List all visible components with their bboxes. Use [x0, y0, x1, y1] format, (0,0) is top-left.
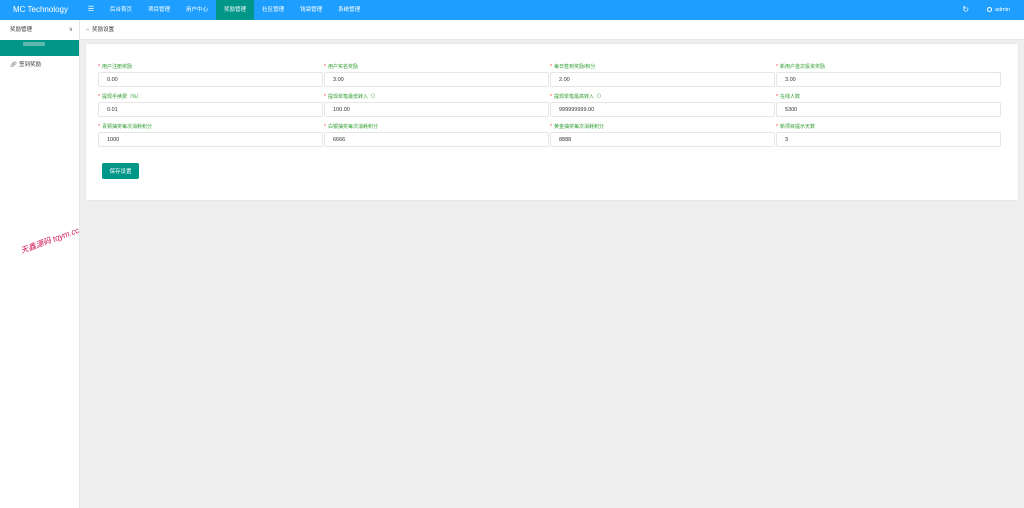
field-label: * 新项目提示天数: [776, 123, 1001, 132]
field-label: * 提现单笔最高转入（）: [550, 93, 775, 102]
field-label: * 每日签到奖励/积分: [550, 63, 775, 72]
username: admin: [995, 7, 1010, 13]
user-icon: [987, 7, 993, 12]
field-label: * 在线人数: [776, 93, 1001, 102]
menu-toggle-icon[interactable]: ☰: [80, 0, 102, 20]
breadcrumb: » 奖励设置: [80, 20, 1024, 40]
field-withdraw-min: * 提现单笔最低转入（）: [324, 93, 549, 117]
nav-item-users[interactable]: 用户中心: [178, 0, 216, 20]
required-mark: *: [98, 94, 100, 100]
link-icon: 🔗︎: [10, 62, 17, 68]
nav-item-rewards[interactable]: 奖励管理: [216, 0, 255, 20]
sidebar-item-checkin-reward[interactable]: 🔗︎ 签到奖励: [0, 57, 79, 73]
watermark-text: 天鑫源码 tqym.cc: [19, 225, 81, 256]
gold-lottery-input[interactable]: [550, 132, 775, 147]
field-label-text: 青铜抽奖每次消耗积分: [101, 124, 152, 130]
bronze-lottery-input[interactable]: [98, 132, 323, 147]
withdraw-max-input[interactable]: [550, 102, 775, 117]
field-label-text: 新项目提示天数: [779, 124, 815, 130]
field-label: * 青铜抽奖每次消耗积分: [98, 123, 323, 132]
sidebar: 奖励管理 ∨ 🔗︎ 签到奖励 天鑫源码 tqym.cc: [0, 20, 80, 508]
nav-item-system[interactable]: 系统管理: [330, 0, 368, 20]
nav-item-projects[interactable]: 项目管理: [140, 0, 178, 20]
field-first-invest-reward: * 新用户首次投资奖励: [776, 63, 1001, 87]
field-gold-lottery: * 黄金抽奖每次消耗积分: [550, 123, 775, 147]
field-new-project-days: * 新项目提示天数: [776, 123, 1001, 147]
required-mark: *: [324, 94, 326, 100]
field-label: * 黄金抽奖每次消耗积分: [550, 123, 775, 132]
withdraw-min-input[interactable]: [324, 102, 549, 117]
silver-lottery-input[interactable]: [324, 132, 549, 147]
field-label-text: 提现手续费（%）: [101, 94, 142, 100]
nav-item-wallet[interactable]: 钱袋管理: [292, 0, 330, 20]
online-users-input[interactable]: [776, 102, 1001, 117]
required-mark: *: [98, 64, 100, 70]
user-menu[interactable]: admin: [979, 0, 1024, 20]
daily-checkin-input[interactable]: [550, 72, 775, 87]
settings-form: *用户注册奖励 *用户实名奖励 *每日签到奖励/积分 *新用户首次投资奖励 *提…: [98, 63, 1001, 147]
register-reward-input[interactable]: [98, 72, 323, 87]
field-label: * 白银抽奖每次消耗积分: [324, 123, 549, 132]
settings-card: *用户注册奖励 *用户实名奖励 *每日签到奖励/积分 *新用户首次投资奖励 *提…: [86, 44, 1018, 200]
field-label-text: 用户实名奖励: [327, 64, 358, 70]
withdraw-fee-input[interactable]: [98, 102, 323, 117]
nav-item-dashboard[interactable]: 后台首页: [102, 0, 140, 20]
required-mark: *: [776, 94, 778, 100]
field-withdraw-fee: * 提现手续费（%）: [98, 93, 323, 117]
field-label-text: 提现单笔最低转入（）: [327, 94, 378, 100]
field-label-text: 黄金抽奖每次消耗积分: [553, 124, 604, 130]
first-invest-reward-input[interactable]: [776, 72, 1001, 87]
field-withdraw-max: * 提现单笔最高转入（）: [550, 93, 775, 117]
nav-item-community[interactable]: 社区管理: [254, 0, 292, 20]
sidebar-active-highlight: [23, 42, 45, 46]
top-nav: 后台首页 项目管理 用户中心 奖励管理 社区管理 钱袋管理 系统管理: [102, 0, 368, 20]
field-online-users: * 在线人数: [776, 93, 1001, 117]
brand-logo: MC Technology: [13, 5, 68, 14]
field-realname-reward: * 用户实名奖励: [324, 63, 549, 87]
required-mark: *: [324, 124, 326, 130]
sidebar-group-rewards[interactable]: 奖励管理 ∨: [0, 20, 79, 40]
required-mark: *: [324, 64, 326, 70]
field-label: * 提现单笔最低转入（）: [324, 93, 549, 102]
breadcrumb-separator: »: [86, 27, 90, 33]
required-mark: *: [98, 124, 100, 130]
field-label-text: 每日签到奖励/积分: [553, 64, 596, 70]
required-mark: *: [550, 64, 552, 70]
field-label-text: 白银抽奖每次消耗积分: [327, 124, 378, 130]
field-register-reward: * 用户注册奖励: [98, 63, 323, 87]
required-mark: *: [550, 124, 552, 130]
field-bronze-lottery: * 青铜抽奖每次消耗积分: [98, 123, 323, 147]
field-label-text: 提现单笔最高转入（）: [553, 94, 604, 100]
field-label: * 用户注册奖励: [98, 63, 323, 72]
field-label-text: 在线人数: [779, 94, 800, 100]
sidebar-item-active[interactable]: [0, 40, 79, 56]
field-label: * 新用户首次投资奖励: [776, 63, 1001, 72]
breadcrumb-current: 奖励设置: [92, 27, 115, 33]
refresh-icon[interactable]: ↻: [952, 0, 979, 20]
sidebar-item-label: 签到奖励: [18, 62, 41, 68]
top-header: MC Technology ☰ 后台首页 项目管理 用户中心 奖励管理 社区管理…: [0, 0, 1024, 20]
required-mark: *: [776, 64, 778, 70]
sidebar-group-label: 奖励管理: [10, 27, 33, 33]
chevron-down-icon: ∨: [68, 27, 73, 33]
field-silver-lottery: * 白银抽奖每次消耗积分: [324, 123, 549, 147]
field-label: * 提现手续费（%）: [98, 93, 323, 102]
header-right: ↻ admin: [952, 0, 1024, 20]
save-settings-button[interactable]: 保存设置: [102, 163, 139, 179]
field-label: * 用户实名奖励: [324, 63, 549, 72]
required-mark: *: [550, 94, 552, 100]
field-label-text: 用户注册奖励: [101, 64, 132, 70]
required-mark: *: [776, 124, 778, 130]
field-label-text: 新用户首次投资奖励: [779, 64, 825, 70]
realname-reward-input[interactable]: [324, 72, 549, 87]
new-project-days-input[interactable]: [776, 132, 1001, 147]
field-daily-checkin: * 每日签到奖励/积分: [550, 63, 775, 87]
